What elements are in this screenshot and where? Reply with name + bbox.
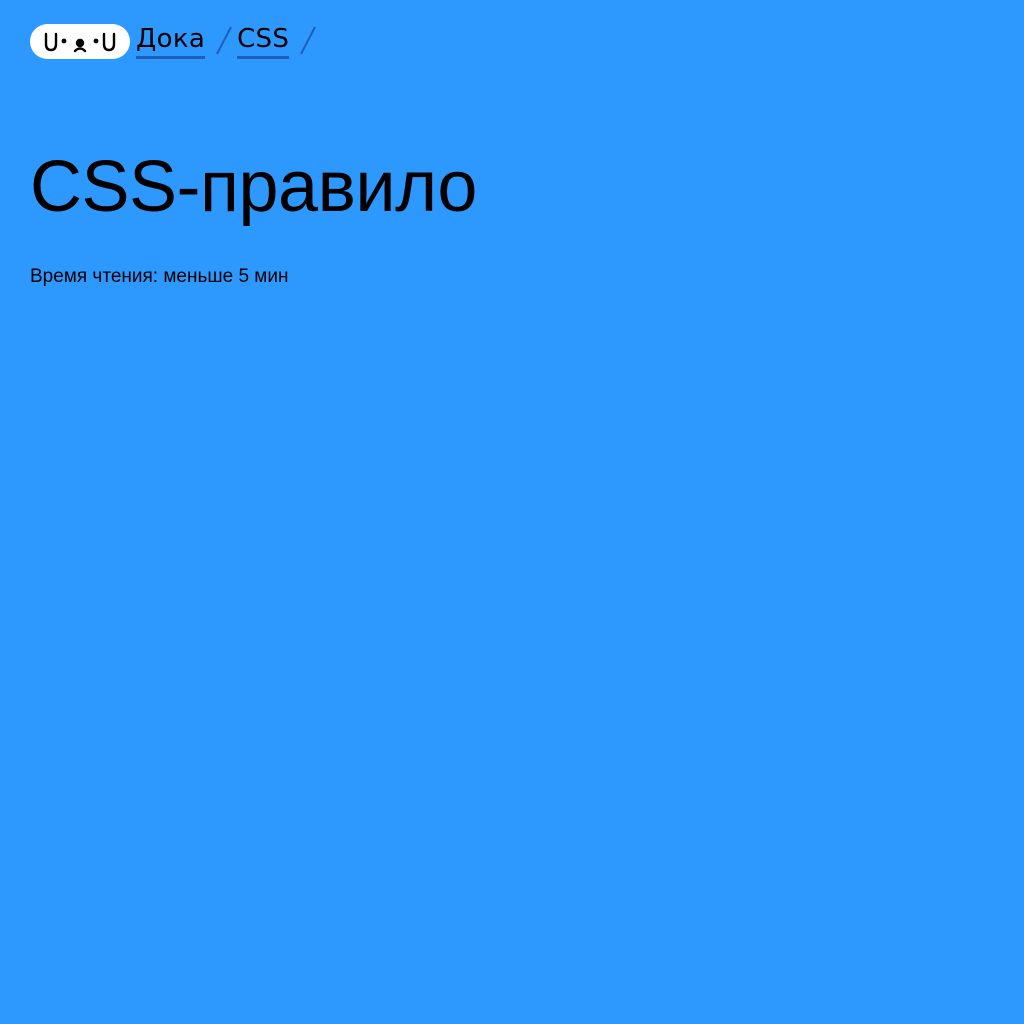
reading-time: Время чтения: меньше 5 мин	[30, 266, 289, 287]
slash-separator-icon	[211, 22, 237, 58]
site-header: Дока CSS	[30, 22, 321, 62]
page-title: CSS-правило	[30, 147, 477, 227]
breadcrumb-item-css[interactable]: CSS	[237, 22, 290, 59]
doka-logo-link[interactable]	[30, 24, 130, 59]
breadcrumb-item-doka[interactable]: Дока	[136, 22, 206, 59]
breadcrumb: Дока CSS	[130, 22, 321, 59]
slash-separator-icon	[295, 22, 321, 58]
doka-dog-logo-icon	[44, 32, 116, 52]
